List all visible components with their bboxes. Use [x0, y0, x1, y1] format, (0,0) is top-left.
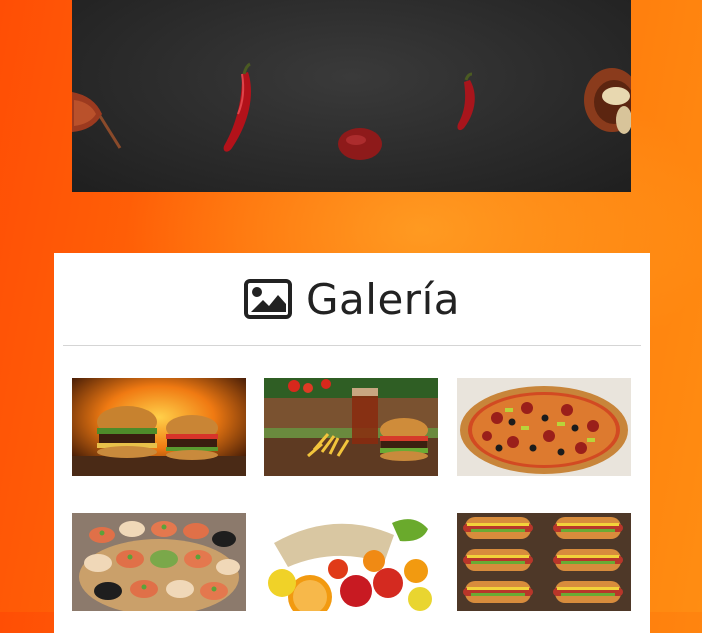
hero-banner-image [72, 0, 631, 192]
image-icon [244, 279, 293, 319]
gallery-image-burger-fries-soda[interactable] [264, 378, 438, 476]
gallery-title: Galería [306, 274, 460, 324]
gallery-image-hot-dogs[interactable] [457, 513, 631, 611]
gallery-image-canapes[interactable] [72, 513, 246, 611]
gallery-image-fruit-basket[interactable] [264, 513, 438, 611]
divider [63, 345, 641, 346]
gallery-card: Galería [54, 253, 650, 633]
gallery-header: Galería [54, 253, 650, 345]
gallery-image-burgers[interactable] [72, 378, 246, 476]
gallery-image-pizza[interactable] [457, 378, 631, 476]
